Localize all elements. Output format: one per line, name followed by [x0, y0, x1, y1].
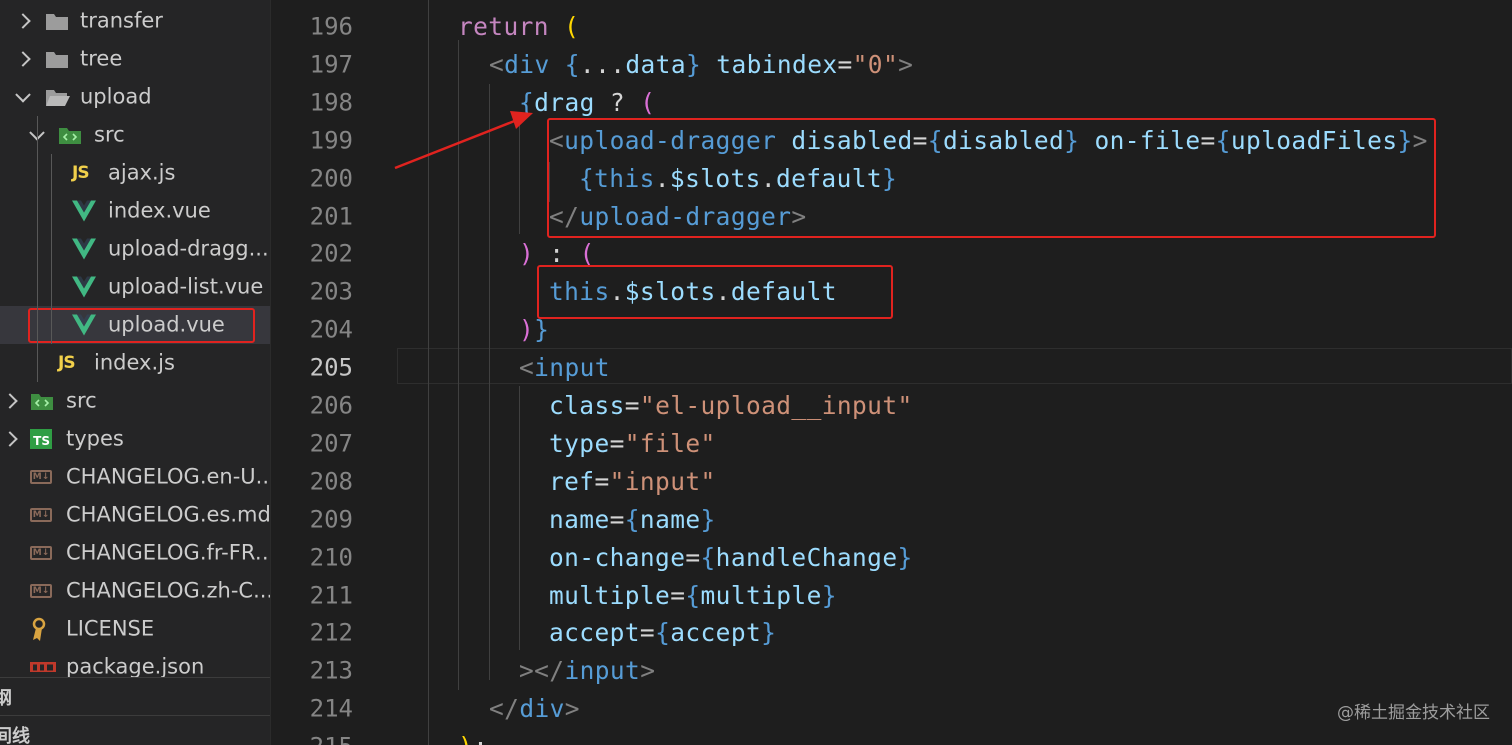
tree-item-upload-dragg[interactable]: upload-dragg... — [0, 230, 270, 268]
tree-item-changelog-es-md[interactable]: M↓ CHANGELOG.es.md — [0, 496, 270, 534]
tree-item-ajax-js[interactable]: JS ajax.js — [0, 154, 270, 192]
tree-item-label: CHANGELOG.zh-C... — [66, 578, 271, 603]
tree-item-index-vue[interactable]: index.vue — [0, 192, 270, 230]
annotation-arrow — [394, 111, 533, 170]
markdown-file-icon: M↓ — [30, 584, 52, 598]
tree-item-label: index.vue — [108, 198, 211, 223]
tree-item-index-js[interactable]: JS index.js — [0, 344, 270, 382]
section-outline-label: 纲 — [0, 684, 12, 710]
src-folder-icon — [58, 125, 84, 145]
tree-item-label: LICENSE — [66, 616, 155, 641]
tree-item-label: package.json — [66, 654, 205, 679]
javascript-file-icon: JS — [58, 353, 76, 373]
markdown-file-icon: M↓ — [30, 470, 52, 484]
annotation-box-selected-file — [28, 308, 255, 343]
tree-item-label: src — [66, 388, 97, 413]
typescript-folder-icon: TS — [30, 429, 52, 449]
folder-icon — [45, 11, 69, 31]
vue-file-icon — [72, 238, 96, 260]
vue-file-icon — [72, 276, 96, 298]
tree-item-label: transfer — [80, 8, 163, 33]
tree-indent-guide — [37, 116, 38, 382]
tree-item-label: CHANGELOG.es.md — [66, 502, 271, 527]
chevron-down-icon[interactable] — [15, 87, 31, 103]
markdown-file-icon: M↓ — [30, 546, 52, 560]
tree-item-label: ajax.js — [108, 160, 176, 185]
tree-item-label: types — [66, 426, 124, 451]
tree-item-label: CHANGELOG.en-U... — [66, 464, 271, 489]
folder-icon — [45, 49, 69, 69]
section-timeline[interactable]: 间线 — [0, 715, 270, 745]
chevron-right-icon[interactable] — [2, 393, 18, 409]
tree-item-upload-list-vue[interactable]: upload-list.vue — [0, 268, 270, 306]
chevron-right-icon[interactable] — [15, 13, 31, 29]
tree-item-src[interactable]: src — [0, 382, 270, 420]
folder-icon — [45, 87, 71, 107]
vue-file-icon — [72, 200, 96, 222]
tree-item-changelog-en-u[interactable]: M↓ CHANGELOG.en-U... — [0, 458, 270, 496]
tree-item-label: CHANGELOG.fr-FR.... — [66, 540, 271, 565]
section-timeline-label: 间线 — [0, 726, 30, 745]
tree-indent-guide — [51, 154, 52, 344]
tree-item-changelog-zh-c[interactable]: M↓ CHANGELOG.zh-C... — [0, 572, 270, 610]
tree-item-changelog-fr-fr[interactable]: M↓ CHANGELOG.fr-FR.... — [0, 534, 270, 572]
tree-item-src[interactable]: src — [0, 116, 270, 154]
tree-item-transfer[interactable]: transfer — [0, 2, 270, 40]
chevron-right-icon[interactable] — [15, 51, 31, 67]
javascript-file-icon: JS — [72, 163, 90, 183]
license-file-icon — [30, 617, 52, 641]
tree-item-label: upload-list.vue — [108, 274, 264, 299]
tree-item-label: src — [94, 122, 125, 147]
chevron-right-icon[interactable] — [2, 431, 18, 447]
explorer-sidebar: transfer tree upload src JS ajax.js index.vue u… — [0, 0, 271, 745]
tree-item-types[interactable]: TS types — [0, 420, 270, 458]
watermark: @稀土掘金技术社区 — [1337, 703, 1490, 723]
tree-item-license[interactable]: LICENSE — [0, 610, 270, 648]
tree-item-label: upload-dragg... — [108, 236, 269, 261]
npm-file-icon — [30, 661, 56, 673]
tree-item-upload[interactable]: upload — [0, 78, 270, 116]
code-editor[interactable]: 196 return (197 <div {...data} tabindex="0… — [271, 0, 1512, 745]
tree-item-tree[interactable]: tree — [0, 40, 270, 78]
src-folder-icon — [30, 391, 56, 411]
markdown-file-icon: M↓ — [30, 508, 52, 522]
section-outline[interactable]: 纲 — [0, 677, 270, 716]
tree-item-label: upload — [80, 84, 152, 109]
tree-item-label: tree — [80, 46, 123, 71]
tree-item-label: index.js — [94, 350, 175, 375]
